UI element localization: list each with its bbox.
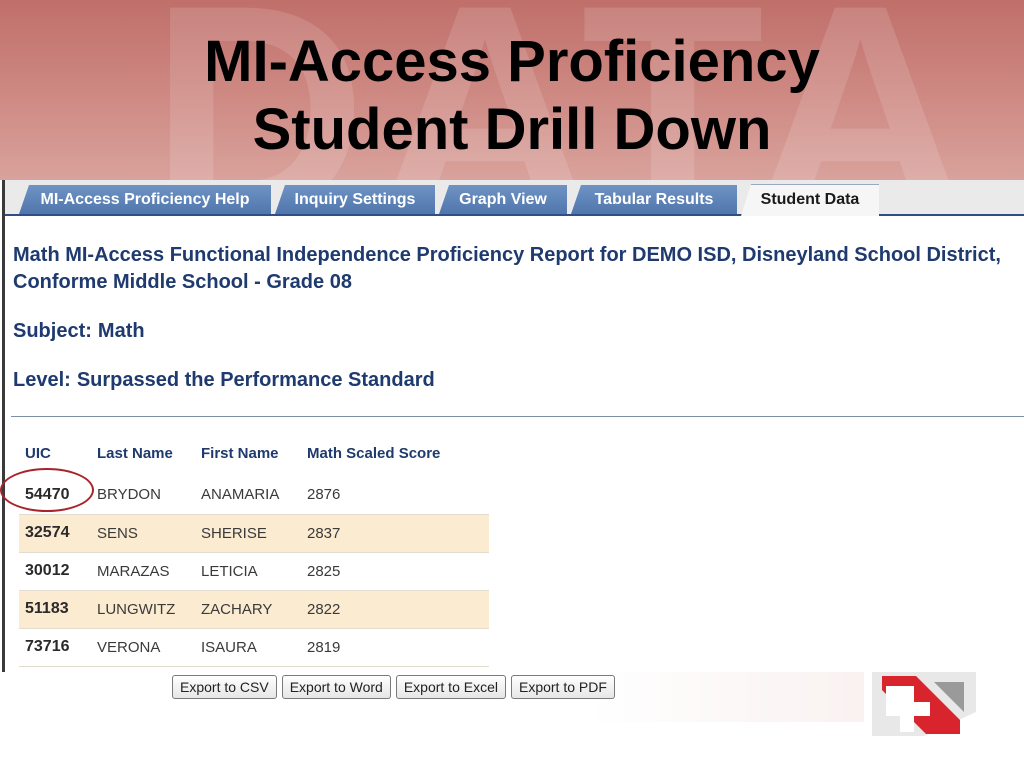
cell-first-name: ISAURA [195,628,301,667]
table-row[interactable]: 51183 LUNGWITZ ZACHARY 2822 [19,590,489,629]
export-pdf-button[interactable]: Export to PDF [510,675,615,699]
cell-last-name: BRYDON [91,476,195,515]
cell-first-name: LETICIA [195,552,301,591]
header-last-name[interactable]: Last Name [91,430,195,476]
cell-first-name: ZACHARY [195,590,301,629]
cell-score: 2825 [301,552,489,591]
cell-score: 2837 [301,514,489,553]
cell-last-name: LUNGWITZ [91,590,195,629]
cell-last-name: VERONA [91,628,195,667]
tab-inquiry-settings[interactable]: Inquiry Settings [275,185,435,214]
tab-tabular-results[interactable]: Tabular Results [571,185,737,214]
cell-score: 2819 [301,628,489,667]
cell-uic[interactable]: 51183 [19,590,91,629]
header-math-scaled-score[interactable]: Math Scaled Score [301,430,489,476]
cell-first-name: SHERISE [195,514,301,553]
cell-uic[interactable]: 32574 [19,514,91,553]
header-first-name[interactable]: First Name [195,430,301,476]
tab-mi-access-proficiency-help[interactable]: MI-Access Proficiency Help [19,185,271,214]
cell-uic[interactable]: 73716 [19,628,91,667]
tab-bar: MI-Access Proficiency Help Inquiry Setti… [5,180,1024,216]
cell-last-name: SENS [91,514,195,553]
slide-header: DATA MI-Access Proficiency Student Drill… [0,0,1024,180]
export-excel-button[interactable]: Export to Excel [395,675,506,699]
student-table: UIC Last Name First Name Math Scaled Sco… [19,430,489,667]
subject-value: Math [97,320,145,342]
cell-score: 2876 [301,476,489,515]
slide-title-line-1: MI-Access Proficiency [204,29,820,94]
slide-title: MI-Access Proficiency Student Drill Down [0,28,1024,164]
slide-title-line-2: Student Drill Down [252,97,772,162]
subject-label: Subject: [13,320,92,342]
cell-uic[interactable]: 30012 [19,552,91,591]
data-for-success-logo-icon [864,672,976,736]
tab-student-data[interactable]: Student Data [741,184,879,216]
cell-last-name: MARAZAS [91,552,195,591]
export-word-button[interactable]: Export to Word [281,675,391,699]
section-divider [11,416,1024,417]
table-row[interactable]: 73716 VERONA ISAURA 2819 [19,628,489,667]
app-window: MI-Access Proficiency Help Inquiry Setti… [2,180,1024,672]
cell-score: 2822 [301,590,489,629]
table-row[interactable]: 32574 SENS SHERISE 2837 [19,514,489,553]
table-row[interactable]: 30012 MARAZAS LETICIA 2825 [19,552,489,591]
level-value: Surpassed the Performance Standard [76,369,435,391]
cell-first-name: ANAMARIA [195,476,301,515]
report-title: Math MI-Access Functional Independence P… [13,244,1001,293]
table-header-row: UIC Last Name First Name Math Scaled Sco… [19,430,489,476]
subject-line: Subject: Math [13,320,145,343]
highlight-circle [0,468,94,512]
level-label: Level: [13,369,71,391]
tab-graph-view[interactable]: Graph View [439,185,567,214]
export-toolbar: Export to CSV Export to Word Export to E… [172,675,615,699]
export-csv-button[interactable]: Export to CSV [172,675,277,699]
level-line: Level: Surpassed the Performance Standard [13,369,435,392]
